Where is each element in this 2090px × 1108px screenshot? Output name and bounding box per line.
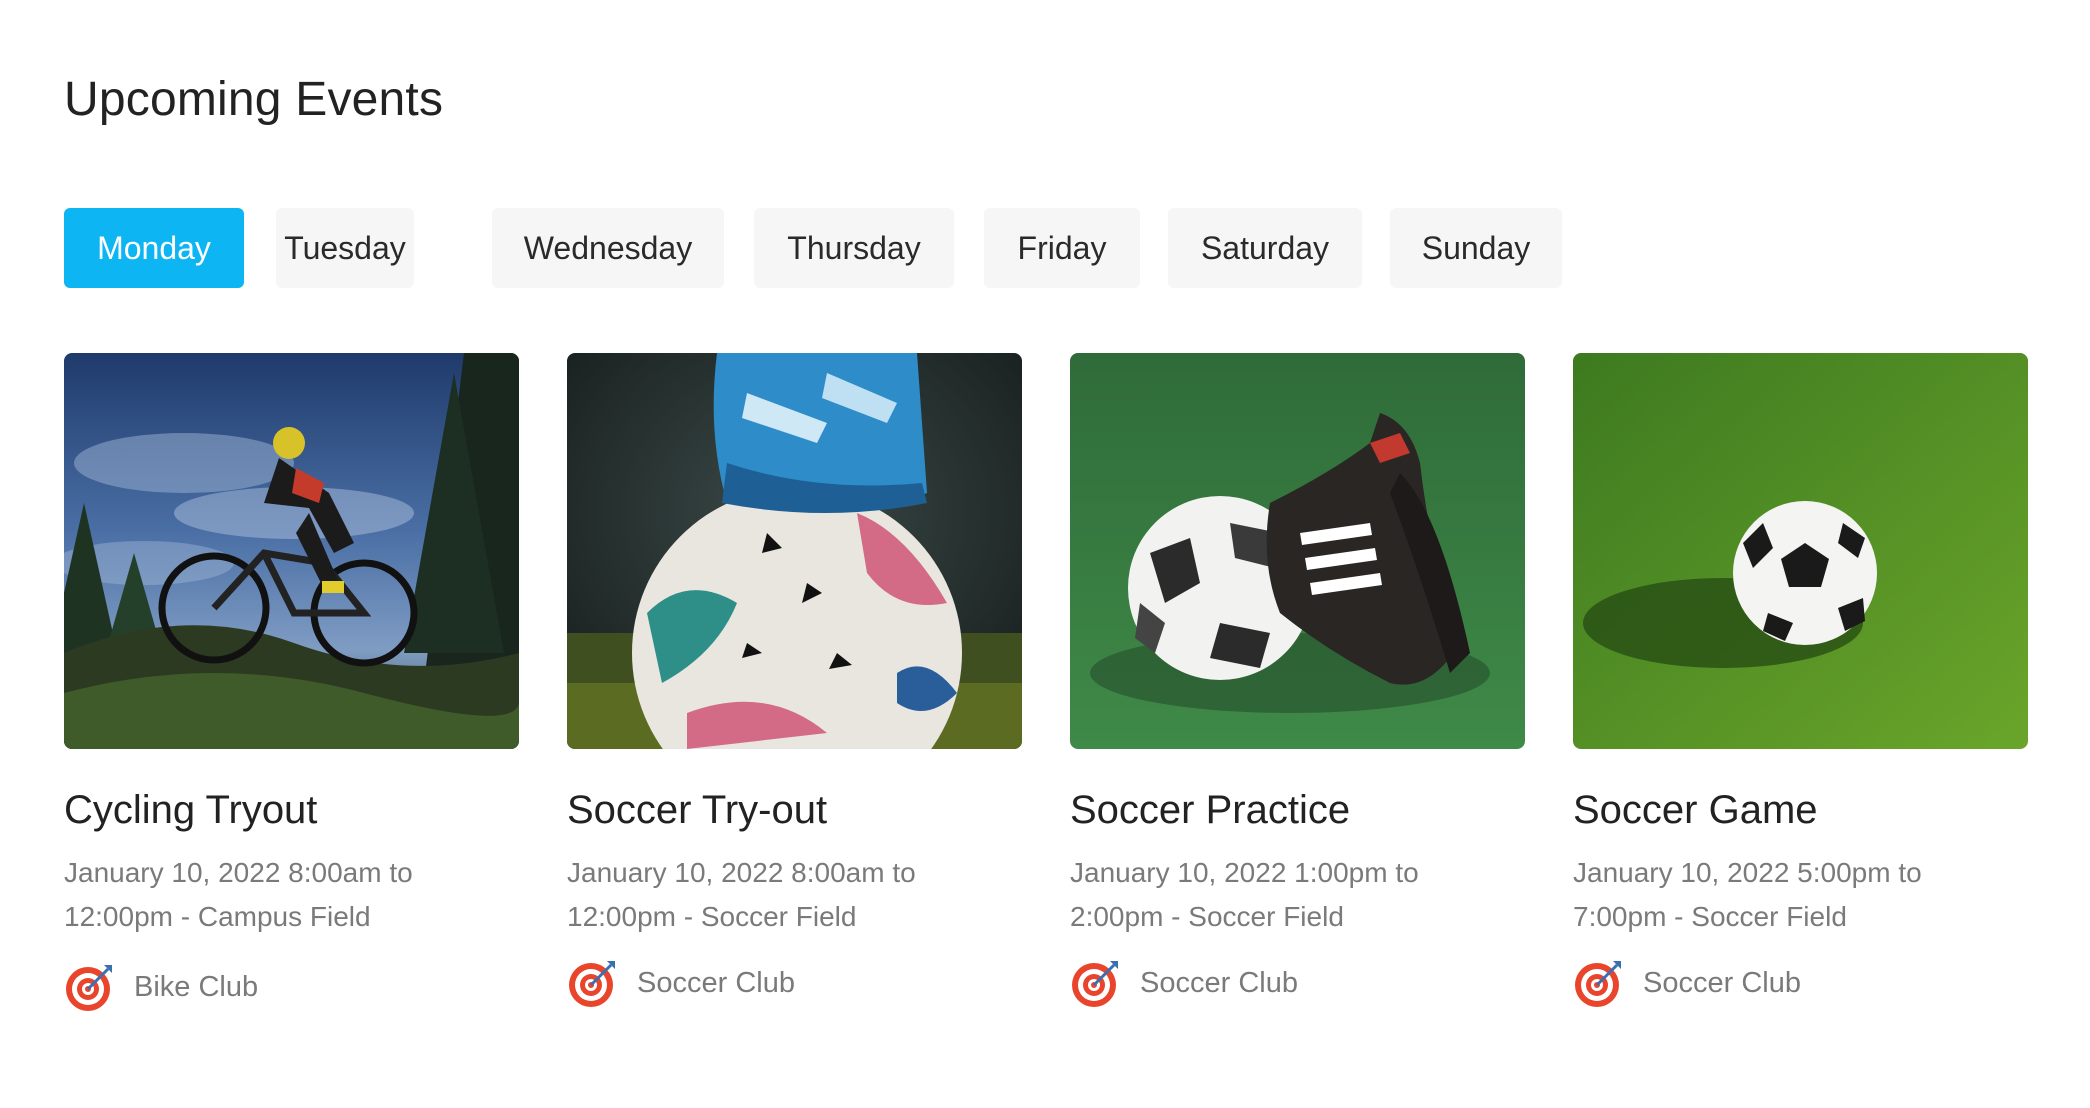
tab-saturday[interactable]: Saturday [1168,208,1362,288]
tab-monday[interactable]: Monday [64,208,244,288]
event-title[interactable]: Soccer Game [1573,787,2028,833]
event-card[interactable]: Soccer Practice January 10, 2022 1:00pm … [1070,353,1525,1009]
event-end-location: 7:00pm - Soccer Field [1573,901,1847,932]
event-end-location: 12:00pm - Campus Field [64,901,371,932]
event-datetime-location: January 10, 2022 8:00am to 12:00pm - Cam… [64,851,519,939]
tab-friday[interactable]: Friday [984,208,1140,288]
club-link[interactable]: Soccer Club [1070,957,1525,1009]
event-datetime-location: January 10, 2022 5:00pm to 7:00pm - Socc… [1573,851,2028,939]
club-name[interactable]: Bike Club [134,971,258,1004]
target-icon [569,961,615,1007]
target-icon [1072,961,1118,1007]
event-card[interactable]: Soccer Game January 10, 2022 5:00pm to 7… [1573,353,2028,1009]
event-title[interactable]: Cycling Tryout [64,787,519,833]
mountain-biker-photo [64,353,519,749]
club-link[interactable]: Soccer Club [1573,957,2028,1009]
page-title: Upcoming Events [64,73,444,126]
ball-on-grass-photo [1573,353,2028,749]
cleat-on-soccer-ball-photo [567,353,1022,749]
event-date-time: January 10, 2022 8:00am to [64,857,413,888]
event-date-time: January 10, 2022 1:00pm to [1070,857,1419,888]
target-icon [66,965,112,1011]
event-title[interactable]: Soccer Practice [1070,787,1525,833]
club-link[interactable]: Bike Club [64,961,519,1013]
event-card[interactable]: Cycling Tryout January 10, 2022 8:00am t… [64,353,519,1013]
event-datetime-location: January 10, 2022 8:00am to 12:00pm - Soc… [567,851,1022,939]
tab-tuesday[interactable]: Tuesday [276,208,414,288]
tab-sunday[interactable]: Sunday [1390,208,1562,288]
club-link[interactable]: Soccer Club [567,957,1022,1009]
event-end-location: 2:00pm - Soccer Field [1070,901,1344,932]
event-card[interactable]: Soccer Try-out January 10, 2022 8:00am t… [567,353,1022,1009]
target-icon [1575,961,1621,1007]
club-name[interactable]: Soccer Club [1643,967,1801,1000]
ball-and-cleats-on-grass-photo [1070,353,1525,749]
tab-thursday[interactable]: Thursday [754,208,954,288]
event-datetime-location: January 10, 2022 1:00pm to 2:00pm - Socc… [1070,851,1525,939]
event-date-time: January 10, 2022 5:00pm to [1573,857,1922,888]
club-name[interactable]: Soccer Club [637,967,795,1000]
club-name[interactable]: Soccer Club [1140,967,1298,1000]
event-end-location: 12:00pm - Soccer Field [567,901,857,932]
tab-wednesday[interactable]: Wednesday [492,208,724,288]
event-title[interactable]: Soccer Try-out [567,787,1022,833]
event-date-time: January 10, 2022 8:00am to [567,857,916,888]
